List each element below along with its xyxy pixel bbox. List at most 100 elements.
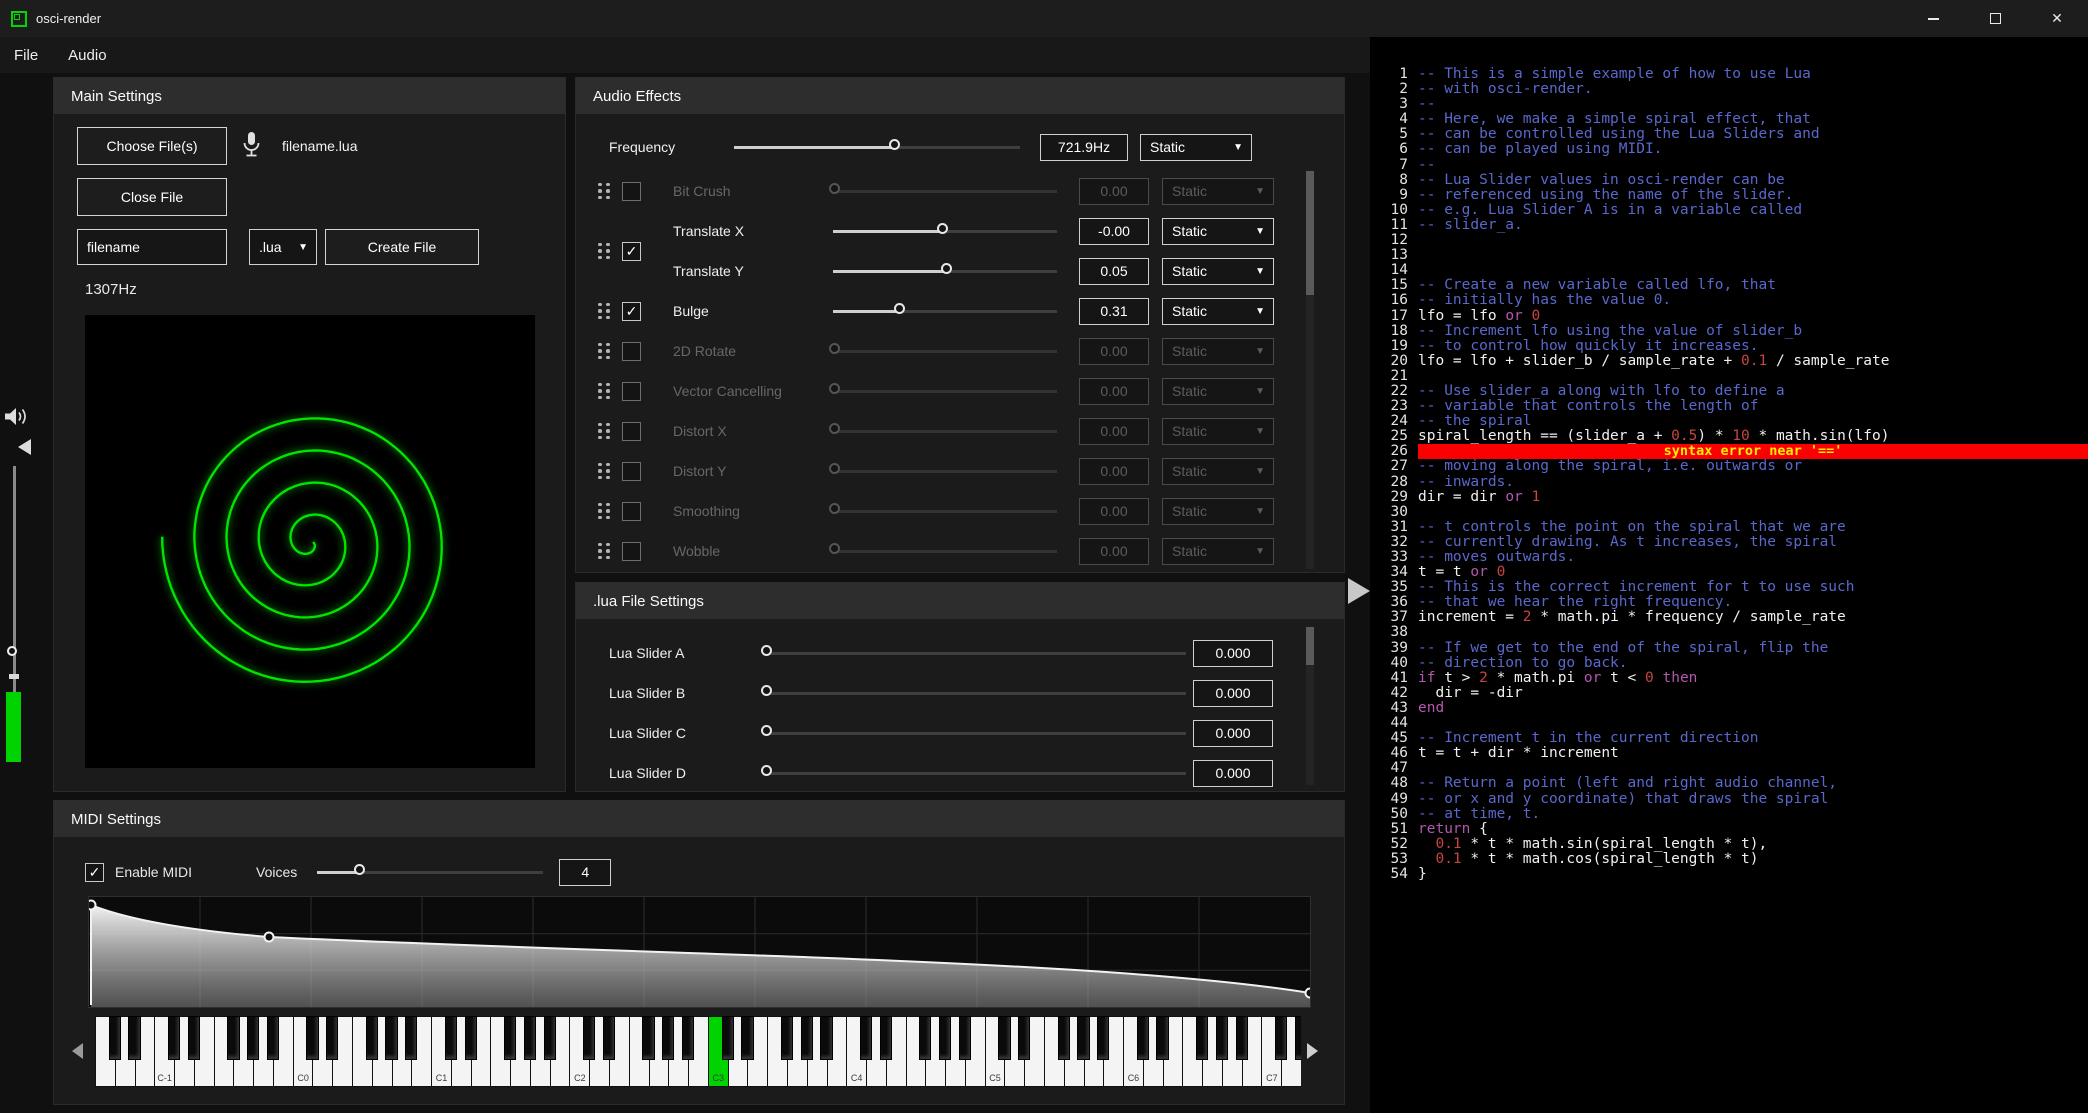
piano-key-black[interactable] (366, 1016, 378, 1060)
piano-key-black[interactable] (247, 1016, 259, 1060)
keyboard-scroll-left-icon[interactable] (72, 1043, 83, 1059)
slider[interactable] (833, 181, 1057, 201)
drag-handle-icon[interactable] (598, 503, 610, 520)
lua-scrollbar[interactable] (1306, 627, 1314, 785)
effects-scrollbar[interactable] (1306, 171, 1314, 569)
play-button[interactable] (1348, 578, 1370, 604)
slider[interactable] (833, 221, 1057, 241)
mode-dropdown[interactable]: Static▼ (1162, 378, 1274, 405)
piano-key-black[interactable] (267, 1016, 279, 1060)
piano-key-black[interactable] (1058, 1016, 1070, 1060)
value-box[interactable]: 0.00 (1079, 378, 1149, 405)
piano-key-black[interactable] (326, 1016, 338, 1060)
drag-handle-icon[interactable] (598, 243, 610, 260)
piano-key-black[interactable] (445, 1016, 457, 1060)
maximize-button[interactable] (1964, 0, 2026, 37)
piano-key-black[interactable] (1097, 1016, 1109, 1060)
piano-key-black[interactable] (1196, 1016, 1208, 1060)
slider-thumb[interactable] (761, 765, 772, 776)
value-box[interactable]: 0.00 (1079, 178, 1149, 205)
slider-thumb[interactable] (761, 685, 772, 696)
slider[interactable] (769, 723, 1186, 743)
slider-thumb[interactable] (889, 139, 900, 150)
enable-midi-checkbox[interactable]: ✓ (85, 863, 104, 882)
piano-key-black[interactable] (168, 1016, 180, 1060)
piano-key-black[interactable] (880, 1016, 892, 1060)
mode-dropdown[interactable]: Static▼ (1162, 178, 1274, 205)
value-box[interactable]: 0.00 (1079, 538, 1149, 565)
piano-key-black[interactable] (306, 1016, 318, 1060)
extension-dropdown[interactable]: .lua ▼ (249, 229, 317, 265)
minimize-button[interactable] (1902, 0, 1964, 37)
piano-key-black[interactable] (465, 1016, 477, 1060)
envelope-node[interactable] (1306, 989, 1311, 998)
piano-key-black[interactable] (524, 1016, 536, 1060)
piano-key-black[interactable] (642, 1016, 654, 1060)
value-box[interactable]: 721.9Hz (1040, 134, 1128, 161)
slider[interactable] (769, 763, 1186, 783)
mode-dropdown[interactable]: Static▼ (1162, 298, 1274, 325)
piano-key-black[interactable] (998, 1016, 1010, 1060)
scrollbar-thumb[interactable] (1306, 171, 1314, 295)
piano-key-black[interactable] (1077, 1016, 1089, 1060)
slider[interactable] (833, 541, 1057, 561)
piano-key-black[interactable] (820, 1016, 832, 1060)
slider-thumb[interactable] (761, 645, 772, 656)
slider[interactable] (833, 341, 1057, 361)
piano-key-black[interactable] (1137, 1016, 1149, 1060)
volume-slider-thumb[interactable] (7, 646, 17, 656)
value-box[interactable]: 0.00 (1079, 458, 1149, 485)
piano-key-black[interactable] (227, 1016, 239, 1060)
piano-key-black[interactable] (919, 1016, 931, 1060)
envelope-node[interactable] (265, 933, 274, 942)
piano-key-black[interactable] (860, 1016, 872, 1060)
piano-key-black[interactable] (109, 1016, 121, 1060)
mode-dropdown[interactable]: Static▼ (1162, 418, 1274, 445)
piano-key-black[interactable] (722, 1016, 734, 1060)
piano-key-black[interactable] (583, 1016, 595, 1060)
piano-key-black[interactable] (603, 1016, 615, 1060)
slider[interactable] (833, 501, 1057, 521)
value-box[interactable]: 0.000 (1193, 680, 1273, 707)
piano-key-black[interactable] (544, 1016, 556, 1060)
mode-dropdown[interactable]: Static▼ (1162, 258, 1274, 285)
value-box[interactable]: 0.05 (1079, 258, 1149, 285)
piano-key-black[interactable] (1156, 1016, 1168, 1060)
close-button[interactable]: ✕ (2026, 0, 2088, 37)
menu-audio[interactable]: Audio (68, 47, 106, 64)
slider[interactable] (769, 683, 1186, 703)
filename-input[interactable]: filename (77, 229, 227, 265)
piano-key-black[interactable] (405, 1016, 417, 1060)
piano-key-black[interactable] (1018, 1016, 1030, 1060)
piano-key-black[interactable] (939, 1016, 951, 1060)
adsr-envelope-graph[interactable] (88, 896, 1311, 1008)
piano-key-black[interactable] (1216, 1016, 1228, 1060)
mode-dropdown[interactable]: Static▼ (1162, 218, 1274, 245)
slider[interactable] (833, 301, 1057, 321)
slider-thumb[interactable] (937, 223, 948, 234)
create-file-button[interactable]: Create File (325, 229, 479, 265)
slider-thumb[interactable] (761, 725, 772, 736)
slider[interactable] (317, 862, 543, 882)
value-box[interactable]: 0.00 (1079, 418, 1149, 445)
piano-key-black[interactable] (385, 1016, 397, 1060)
microphone-icon[interactable] (240, 130, 262, 165)
piano-key-black[interactable] (1236, 1016, 1248, 1060)
effect-checkbox[interactable] (622, 462, 641, 481)
effect-checkbox[interactable] (622, 382, 641, 401)
drag-handle-icon[interactable] (598, 303, 610, 320)
value-box[interactable]: 0.000 (1193, 760, 1273, 787)
piano-key-black[interactable] (741, 1016, 753, 1060)
mode-dropdown[interactable]: Static▼ (1140, 134, 1252, 161)
value-box[interactable]: 0.00 (1079, 338, 1149, 365)
piano-key-black[interactable] (128, 1016, 140, 1060)
piano-key-black[interactable] (662, 1016, 674, 1060)
drag-handle-icon[interactable] (598, 423, 610, 440)
value-box[interactable]: 4 (559, 859, 611, 886)
value-box[interactable]: 0.31 (1079, 298, 1149, 325)
volume-slider-pointer[interactable] (18, 439, 31, 455)
effect-checkbox[interactable] (622, 422, 641, 441)
value-box[interactable]: -0.00 (1079, 218, 1149, 245)
mode-dropdown[interactable]: Static▼ (1162, 538, 1274, 565)
piano-key-black[interactable] (1275, 1016, 1287, 1060)
